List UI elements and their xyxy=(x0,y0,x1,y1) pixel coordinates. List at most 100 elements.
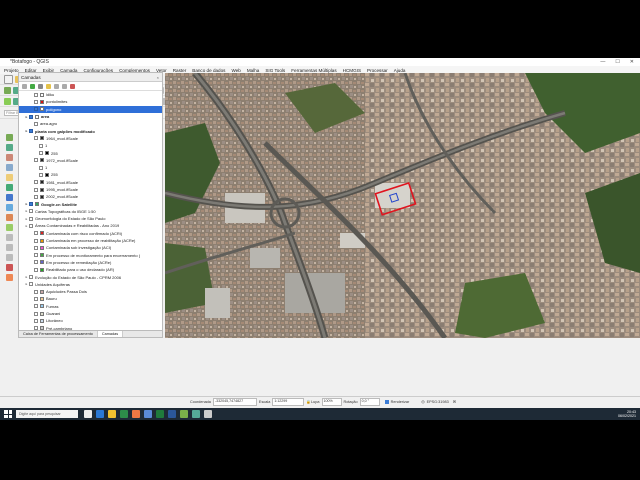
filter-legend-icon[interactable] xyxy=(46,83,51,89)
menu-projeto[interactable]: Projeto xyxy=(4,68,19,73)
excel-icon[interactable] xyxy=(156,410,164,418)
wcs-icon[interactable] xyxy=(5,244,13,251)
layer-visibility-checkbox[interactable] xyxy=(39,151,43,156)
rotation-field[interactable]: 0,0 ° xyxy=(359,397,380,406)
layer-row[interactable]: Em processo de remediação (ACRe) xyxy=(19,259,162,266)
layer-row[interactable]: Contaminada com risco confirmado (ACRi) xyxy=(19,230,162,237)
layer-row[interactable]: 2002_mod.ifScale xyxy=(19,193,162,200)
layer-row[interactable]: ▸ area xyxy=(19,113,162,120)
word-icon[interactable] xyxy=(168,410,176,418)
new-project-icon[interactable] xyxy=(4,74,13,84)
postgis-icon[interactable] xyxy=(5,194,13,201)
layer-row[interactable]: Furnas xyxy=(19,303,162,310)
layer-visibility-checkbox[interactable] xyxy=(39,172,43,177)
qgis-taskbar-icon[interactable] xyxy=(180,410,188,418)
layer-visibility-checkbox[interactable] xyxy=(29,209,33,214)
layer-visibility-checkbox[interactable] xyxy=(29,216,33,221)
scale-field[interactable]: 1:12299 xyxy=(272,397,305,406)
layer-row[interactable]: 1972_mod.ifScale xyxy=(19,157,162,164)
layer-visibility-checkbox[interactable] xyxy=(34,194,38,199)
qgis2-taskbar-icon[interactable] xyxy=(192,410,200,418)
layer-visibility-checkbox[interactable] xyxy=(34,253,38,258)
tab-layers[interactable]: Camadas xyxy=(97,331,124,337)
chrome-icon[interactable] xyxy=(144,410,152,418)
layer-row[interactable]: 1995_mod.ifScale xyxy=(19,186,162,193)
oracle-icon[interactable] xyxy=(5,214,13,221)
layer-row[interactable]: ▸ Google.cn Satellite xyxy=(19,200,162,207)
coordinate-field[interactable]: -332045,7474827 xyxy=(212,397,257,406)
office-icon[interactable] xyxy=(132,410,140,418)
layer-row[interactable]: pontolimites xyxy=(19,98,162,105)
styling-icon[interactable] xyxy=(22,83,27,89)
menu-ferramentas-multiplas[interactable]: Ferramentas Múltiplas xyxy=(291,68,336,73)
layer-row[interactable]: 1964_mod.ifScale xyxy=(19,135,162,142)
explorer-icon[interactable] xyxy=(108,410,116,418)
layer-row[interactable]: Bauru xyxy=(19,295,162,302)
layer-row[interactable]: ▸ planta com galpões modificado xyxy=(19,127,162,134)
menu-raster[interactable]: Raster xyxy=(173,68,187,73)
layer-visibility-checkbox[interactable] xyxy=(34,238,38,243)
vector-icon[interactable] xyxy=(5,144,13,151)
layer-row[interactable]: 1 xyxy=(19,142,162,149)
collapse-all-icon[interactable] xyxy=(62,83,67,89)
layer-row[interactable]: ldiku xyxy=(19,91,162,98)
map-canvas[interactable] xyxy=(165,73,640,338)
magnifier-field[interactable]: 100% xyxy=(321,397,342,406)
layer-row[interactable]: 1 xyxy=(19,164,162,171)
vc-icon[interactable] xyxy=(5,134,13,141)
delimited-text-icon[interactable] xyxy=(5,174,13,181)
tab-processing-toolbox[interactable]: Caixa de Ferramentas de processamento xyxy=(19,331,98,337)
layer-visibility-checkbox[interactable] xyxy=(34,311,38,316)
windows-start-icon[interactable] xyxy=(4,410,12,418)
raster-icon[interactable] xyxy=(5,154,13,161)
arcgis-icon[interactable] xyxy=(5,264,13,271)
mssql-icon[interactable] xyxy=(5,204,13,211)
taskbar-search-input[interactable]: Digite aqui para pesquisar xyxy=(16,410,78,418)
maximize-icon[interactable]: ☐ xyxy=(615,59,619,65)
layer-visibility-checkbox[interactable] xyxy=(34,267,38,272)
menu-web[interactable]: Web xyxy=(231,68,240,73)
whatsapp-icon[interactable] xyxy=(120,410,128,418)
layer-row[interactable]: Em processo de monitoramento para encerr… xyxy=(19,252,162,259)
layer-visibility-checkbox[interactable] xyxy=(34,187,38,192)
layer-visibility-checkbox[interactable] xyxy=(34,289,38,294)
wfs-icon[interactable] xyxy=(5,254,13,261)
remove-layer-icon[interactable] xyxy=(70,83,75,89)
globe-icon[interactable]: ◎ xyxy=(421,399,424,404)
messages-icon[interactable]: ✉ xyxy=(453,399,456,404)
layer-row[interactable]: ▸ Evolução do Estado de São Paulo - CPRM … xyxy=(19,273,162,280)
menu-malha[interactable]: Malha xyxy=(247,68,260,73)
menu-banco-de-dados[interactable]: Banco de dados xyxy=(192,68,225,73)
layer-visibility-checkbox[interactable] xyxy=(29,202,33,207)
layer-row[interactable]: Aquicludes Passa Dois xyxy=(19,288,162,295)
vector-tile-icon[interactable] xyxy=(5,274,13,281)
layer-row[interactable]: Contaminada em processo de reabilitação … xyxy=(19,237,162,244)
layer-visibility-checkbox[interactable] xyxy=(34,231,38,236)
close-icon[interactable]: ✕ xyxy=(630,59,634,65)
layer-visibility-checkbox[interactable] xyxy=(29,282,33,287)
layer-visibility-checkbox[interactable] xyxy=(34,136,38,141)
task-view-icon[interactable] xyxy=(84,410,92,418)
map-themes-icon[interactable] xyxy=(38,83,43,89)
capture-icon[interactable] xyxy=(204,410,212,418)
layer-visibility-checkbox[interactable] xyxy=(29,129,33,134)
edge-icon[interactable] xyxy=(96,410,104,418)
layer-visibility-checkbox[interactable] xyxy=(29,223,33,228)
layer-row[interactable]: Reabilitado para o uso declarado (AR) xyxy=(19,266,162,273)
layer-row[interactable]: Guarani xyxy=(19,310,162,317)
crs-label[interactable]: EPSG:31983 xyxy=(427,400,449,404)
layer-visibility-checkbox[interactable] xyxy=(29,275,33,280)
layer-visibility-checkbox[interactable] xyxy=(34,107,38,112)
layer-row[interactable]: area.agro xyxy=(19,120,162,127)
data-source-icon[interactable] xyxy=(4,86,11,94)
mesh-icon[interactable] xyxy=(5,164,13,171)
menu-processar[interactable]: Processar xyxy=(367,68,388,73)
layer-visibility-checkbox[interactable] xyxy=(34,180,38,185)
layer-row[interactable]: 255 xyxy=(19,171,162,178)
layer-row[interactable]: 255 xyxy=(19,149,162,156)
add-group-icon[interactable] xyxy=(30,83,35,89)
layer-visibility-checkbox[interactable] xyxy=(34,304,38,309)
layer-row[interactable]: ▸ Cartas Topográficas do IBGE 1:50 xyxy=(19,208,162,215)
layer-visibility-checkbox[interactable] xyxy=(34,260,38,265)
layer-row[interactable]: 1981_mod.ifScale xyxy=(19,179,162,186)
